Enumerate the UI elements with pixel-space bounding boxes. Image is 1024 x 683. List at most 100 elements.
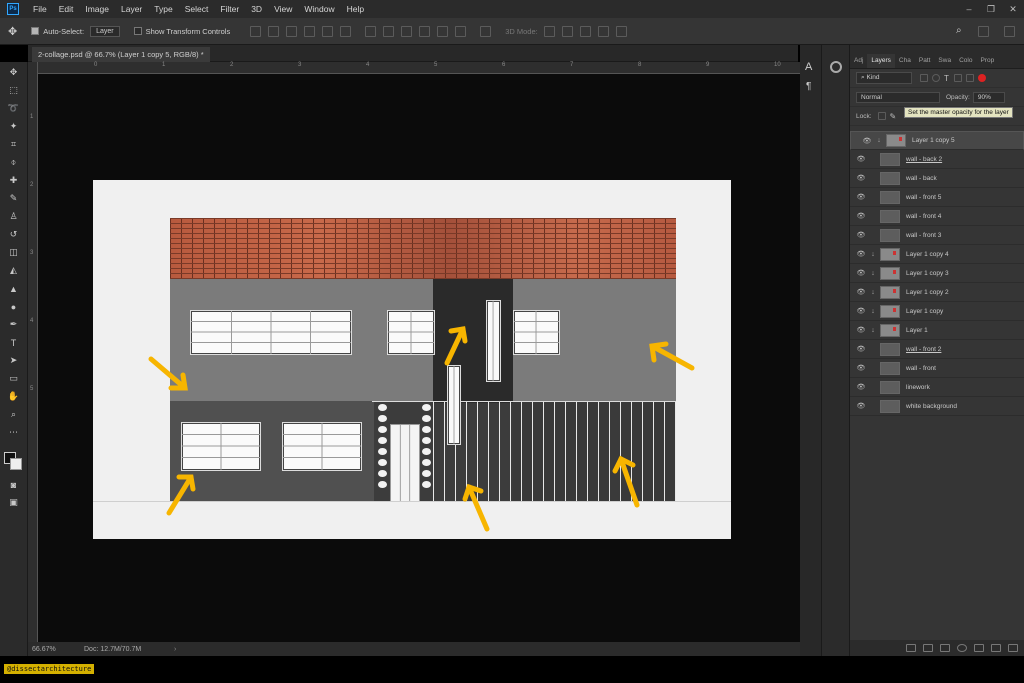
menu-3d[interactable]: 3D <box>245 4 268 14</box>
hand-tool-icon[interactable]: ✋ <box>6 390 21 403</box>
distribute-bottom-icon[interactable] <box>401 25 413 37</box>
layer-row[interactable]: 👁 ↓ Layer 1 copy 5 <box>850 131 1024 150</box>
link-layers-icon[interactable] <box>906 644 916 652</box>
libraries-icon[interactable] <box>830 61 842 73</box>
new-group-icon[interactable] <box>974 644 984 652</box>
share-icon[interactable] <box>1004 26 1015 37</box>
paint-bucket-tool-icon[interactable]: ◭ <box>6 264 21 277</box>
menu-image[interactable]: Image <box>79 4 115 14</box>
lock-transparent-icon[interactable] <box>877 112 886 120</box>
document-canvas[interactable] <box>93 180 731 539</box>
tab-channels[interactable]: Cha <box>895 54 915 68</box>
zoom-level[interactable]: 66.67% <box>32 646 84 653</box>
filter-toggle-icon[interactable] <box>977 74 986 82</box>
delete-layer-icon[interactable] <box>1008 644 1018 652</box>
filter-shape-icon[interactable] <box>953 74 962 82</box>
layer-row[interactable]: 👁 wall - front 2 <box>850 340 1024 359</box>
layer-thumbnail[interactable] <box>880 380 900 394</box>
menu-type[interactable]: Type <box>148 4 178 14</box>
layer-row[interactable]: 👁 ↓ Layer 1 copy 4 <box>850 245 1024 264</box>
3d-pan-icon[interactable] <box>579 25 591 37</box>
menu-layer[interactable]: Layer <box>115 4 148 14</box>
visibility-eye-icon[interactable]: 👁 <box>854 307 868 315</box>
background-color-swatch[interactable] <box>10 458 22 470</box>
layer-thumbnail[interactable] <box>880 209 900 223</box>
layer-row[interactable]: 👁 wall - front 5 <box>850 188 1024 207</box>
layer-thumbnail[interactable] <box>880 152 900 166</box>
tab-adjustments[interactable]: Adj <box>850 54 867 68</box>
tab-color[interactable]: Colo <box>955 54 976 68</box>
clone-stamp-tool-icon[interactable]: ♙ <box>6 210 21 223</box>
layer-thumbnail[interactable] <box>880 285 900 299</box>
filter-type-icon[interactable]: T <box>944 74 949 83</box>
screen-mode-icon[interactable]: ▣ <box>6 496 21 509</box>
distribute-right-icon[interactable] <box>455 25 467 37</box>
top-ruler[interactable]: 0 1 2 3 4 5 6 7 8 9 10 <box>38 62 800 74</box>
brush-tool-icon[interactable]: ✎ <box>6 192 21 205</box>
visibility-eye-icon[interactable]: 👁 <box>854 212 868 220</box>
tab-patterns[interactable]: Patt <box>915 54 935 68</box>
tab-layers[interactable]: Layers <box>867 54 895 68</box>
layer-row[interactable]: 👁 wall - back 2 <box>850 150 1024 169</box>
layer-thumbnail[interactable] <box>880 304 900 318</box>
layer-style-icon[interactable] <box>923 644 933 652</box>
visibility-eye-icon[interactable]: 👁 <box>854 155 868 163</box>
filter-pixel-icon[interactable] <box>920 74 928 82</box>
align-right-icon[interactable] <box>340 25 352 37</box>
visibility-eye-icon[interactable]: 👁 <box>854 383 868 391</box>
3d-roll-icon[interactable] <box>561 25 573 37</box>
layer-row[interactable]: 👁 wall - front <box>850 359 1024 378</box>
dodge-tool-icon[interactable]: ● <box>6 300 21 313</box>
layer-thumbnail[interactable] <box>880 171 900 185</box>
layer-thumbnail[interactable] <box>880 342 900 356</box>
magic-wand-tool-icon[interactable]: ✦ <box>6 120 21 133</box>
workspace-icon[interactable] <box>978 26 989 37</box>
layer-thumbnail[interactable] <box>880 190 900 204</box>
align-left-icon[interactable] <box>304 25 316 37</box>
auto-select-dropdown[interactable]: Layer <box>90 25 120 37</box>
healing-brush-tool-icon[interactable]: ✚ <box>6 174 21 187</box>
layer-thumbnail[interactable] <box>886 134 906 147</box>
layer-row[interactable]: 👁 wall - back <box>850 169 1024 188</box>
menu-filter[interactable]: Filter <box>214 4 245 14</box>
layer-row[interactable]: 👁 linework <box>850 378 1024 397</box>
visibility-eye-icon[interactable]: 👁 <box>854 402 868 410</box>
align-top-icon[interactable] <box>250 25 262 37</box>
filter-kind-dropdown[interactable]: ⌕ Kind <box>856 72 912 84</box>
visibility-eye-icon[interactable]: 👁 <box>860 137 874 145</box>
auto-align-icon[interactable] <box>480 25 492 37</box>
blend-mode-dropdown[interactable]: Normal <box>856 91 940 103</box>
rectangle-tool-icon[interactable]: ▭ <box>6 372 21 385</box>
filter-smart-object-icon[interactable] <box>965 74 974 82</box>
align-vcenter-icon[interactable] <box>268 25 280 37</box>
character-panel-icon[interactable]: A <box>805 61 812 73</box>
paragraph-panel-icon[interactable]: ¶ <box>806 81 811 92</box>
layer-row[interactable]: 👁 wall - front 4 <box>850 207 1024 226</box>
layer-row[interactable]: 👁 ↓ Layer 1 copy 3 <box>850 264 1024 283</box>
new-adjustment-icon[interactable] <box>957 644 967 652</box>
type-tool-icon[interactable]: T <box>6 336 21 349</box>
lock-brush-icon[interactable]: ✎ <box>890 112 897 121</box>
move-tool-icon[interactable]: ✥ <box>6 66 21 79</box>
quick-mask-icon[interactable]: ◙ <box>6 478 21 491</box>
distribute-vcenter-icon[interactable] <box>383 25 395 37</box>
visibility-eye-icon[interactable]: 👁 <box>854 174 868 182</box>
auto-select-checkbox[interactable]: Auto-Select: <box>31 27 84 36</box>
layer-row[interactable]: 👁 ↓ Layer 1 <box>850 321 1024 340</box>
align-hcenter-icon[interactable] <box>322 25 334 37</box>
layer-thumbnail[interactable] <box>880 228 900 242</box>
visibility-eye-icon[interactable]: 👁 <box>854 250 868 258</box>
visibility-eye-icon[interactable]: 👁 <box>854 345 868 353</box>
layer-row[interactable]: 👁 white background <box>850 397 1024 416</box>
history-brush-tool-icon[interactable]: ↺ <box>6 228 21 241</box>
menu-view[interactable]: View <box>268 4 298 14</box>
marquee-tool-icon[interactable]: ⬚ <box>6 84 21 97</box>
filter-adjustment-icon[interactable] <box>932 74 940 82</box>
layer-thumbnail[interactable] <box>880 266 900 280</box>
visibility-eye-icon[interactable]: 👁 <box>854 326 868 334</box>
3d-slide-icon[interactable] <box>597 25 609 37</box>
transform-controls-checkbox[interactable]: Show Transform Controls <box>133 27 230 36</box>
minimize-button[interactable]: – <box>958 0 980 18</box>
layer-row[interactable]: 👁 wall - front 3 <box>850 226 1024 245</box>
close-button[interactable]: ✕ <box>1002 0 1024 18</box>
